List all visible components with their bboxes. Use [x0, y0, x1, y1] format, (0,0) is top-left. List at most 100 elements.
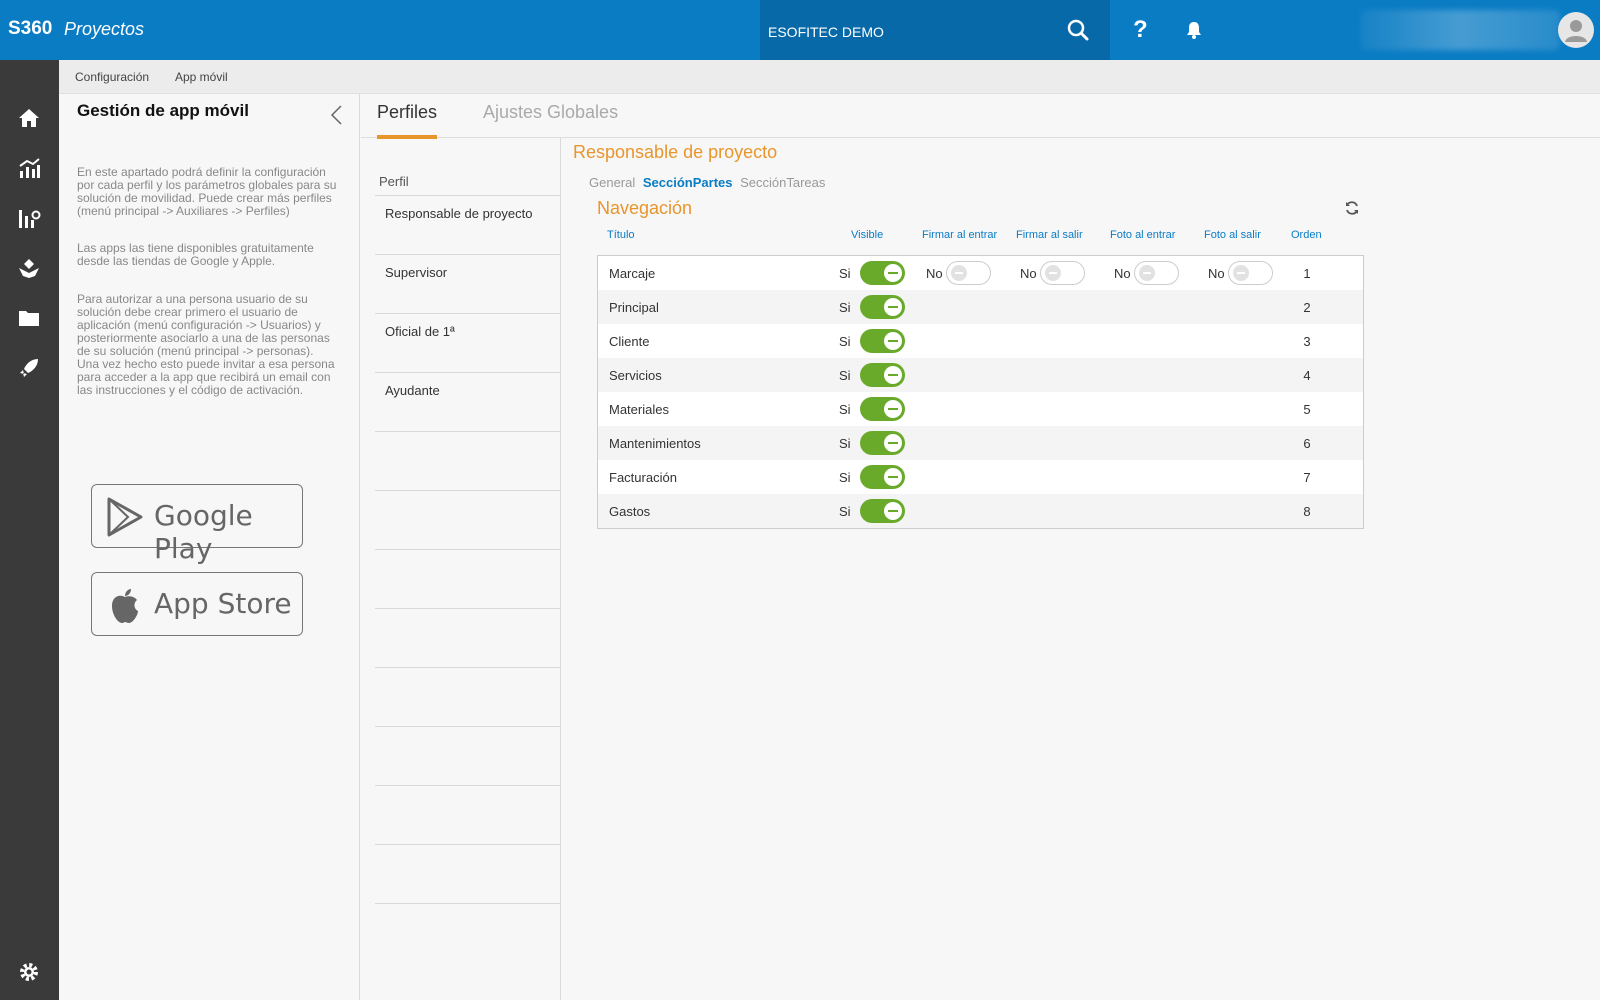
info-paragraph-1: En este apartado podrá definir la config… [77, 165, 337, 218]
visible-label: Si [839, 334, 851, 349]
section-tab-general[interactable]: General [589, 175, 635, 190]
table-row: Principal Si 2 [598, 290, 1363, 324]
settings-gear-icon[interactable] [17, 960, 41, 984]
divider [375, 254, 561, 255]
visible-label: Si [839, 300, 851, 315]
visible-toggle[interactable] [860, 431, 905, 455]
foto-salir-label: No [1208, 266, 1225, 281]
visible-label: Si [839, 436, 851, 451]
divider [375, 785, 561, 786]
row-title: Gastos [609, 504, 651, 519]
navigation-table: Marcaje Si No No No No 1 Principal Si 2 … [597, 255, 1364, 529]
firmar-entrar-label: No [926, 266, 943, 281]
row-order: 2 [1303, 300, 1311, 315]
info-paragraph-2: Las apps las tiene disponibles gratuitam… [77, 241, 314, 268]
profile-item-ayudante[interactable]: Ayudante [385, 383, 440, 398]
rocket-icon[interactable] [17, 356, 41, 380]
section-tab-tareas[interactable]: SecciónTareas [740, 175, 825, 190]
google-play-button[interactable]: Google Play [91, 484, 303, 565]
hands-care-icon[interactable] [17, 256, 41, 280]
profile-item-supervisor[interactable]: Supervisor [385, 265, 447, 280]
visible-toggle[interactable] [860, 295, 905, 319]
avatar[interactable] [1558, 12, 1594, 48]
divider [375, 195, 561, 196]
profile-title: Responsable de proyecto [573, 142, 778, 162]
menu-configuracion[interactable]: Configuración [75, 70, 149, 84]
row-order: 5 [1303, 402, 1311, 417]
section-tab-partes[interactable]: SecciónPartes [643, 175, 733, 190]
column-header-firmar-salir: Firmar al salir [1016, 229, 1083, 241]
google-play-label: Google Play [154, 499, 253, 565]
profile-list-header: Perfil [379, 174, 409, 189]
table-row: Materiales Si 5 [598, 392, 1363, 426]
home-icon[interactable] [17, 106, 41, 130]
info-panel: Gestión de app móvil En este apartado po… [59, 94, 360, 1000]
row-order: 4 [1303, 368, 1311, 383]
visible-toggle[interactable] [860, 397, 905, 421]
row-title: Cliente [609, 334, 650, 349]
tab-perfiles[interactable]: Perfiles [377, 102, 438, 139]
divider [375, 903, 561, 904]
row-order: 1 [1303, 266, 1311, 281]
visible-toggle[interactable] [860, 363, 905, 387]
folder-icon[interactable] [17, 306, 41, 330]
google-play-icon [107, 497, 143, 537]
section-tabs: General SecciónPartes SecciónTareas [589, 175, 829, 190]
table-row: Facturación Si 7 [598, 460, 1363, 494]
bell-icon[interactable] [1184, 20, 1204, 40]
column-header-orden: Orden [1291, 229, 1322, 241]
foto-salir-toggle[interactable] [1228, 261, 1273, 285]
firmar-salir-toggle[interactable] [1040, 261, 1085, 285]
divider [375, 372, 561, 373]
user-icon [1565, 20, 1587, 42]
left-nav [0, 60, 59, 1000]
divider [375, 726, 561, 727]
row-title: Servicios [609, 368, 662, 383]
table-row: Mantenimientos Si 6 [598, 426, 1363, 460]
divider [375, 431, 561, 432]
visible-label: Si [839, 368, 851, 383]
menu-app-movil[interactable]: App móvil [175, 70, 228, 84]
divider [375, 844, 561, 845]
help-icon[interactable]: ? [1133, 16, 1148, 44]
projects-chart-icon[interactable] [17, 206, 41, 230]
apple-icon [112, 589, 138, 623]
brand-logo[interactable]: S360 [8, 18, 52, 40]
panel-title: Gestión de app móvil [77, 101, 249, 120]
refresh-icon[interactable] [1344, 200, 1360, 216]
row-title: Facturación [609, 470, 677, 485]
column-header-visible: Visible [851, 229, 884, 241]
firmar-salir-label: No [1020, 266, 1037, 281]
divider [375, 608, 561, 609]
company-selector[interactable]: ESOFITEC DEMO [760, 0, 1110, 60]
visible-toggle[interactable] [860, 261, 905, 285]
tab-ajustes-globales[interactable]: Ajustes Globales [483, 102, 618, 135]
tabs: Perfiles Ajustes Globales [361, 94, 1600, 139]
column-header-titulo: Título [607, 229, 635, 241]
app-name: Proyectos [64, 19, 145, 39]
app-store-button[interactable]: App Store [91, 572, 303, 636]
visible-toggle[interactable] [860, 499, 905, 523]
search-icon[interactable] [1066, 18, 1090, 42]
profile-item-responsable[interactable]: Responsable de proyecto [385, 206, 532, 221]
visible-toggle[interactable] [860, 465, 905, 489]
chevron-left-icon[interactable] [329, 104, 345, 126]
navigation-title: Navegación [597, 198, 693, 218]
divider [375, 490, 561, 491]
visible-toggle[interactable] [860, 329, 905, 353]
row-order: 3 [1303, 334, 1311, 349]
firmar-entrar-toggle[interactable] [946, 261, 991, 285]
user-name-blurred [1360, 10, 1560, 50]
breadcrumb-menu: Configuración App móvil [59, 60, 1600, 94]
table-row: Gastos Si 8 [598, 494, 1363, 528]
row-title: Principal [609, 300, 659, 315]
column-header-firmar-entrar: Firmar al entrar [922, 229, 998, 241]
profile-item-oficial[interactable]: Oficial de 1ª [385, 324, 455, 339]
column-header-foto-salir: Foto al salir [1204, 229, 1261, 241]
foto-entrar-toggle[interactable] [1134, 261, 1179, 285]
visible-label: Si [839, 402, 851, 417]
analytics-icon[interactable] [17, 156, 41, 180]
divider [375, 549, 561, 550]
row-order: 6 [1303, 436, 1311, 451]
row-title: Marcaje [609, 266, 656, 281]
